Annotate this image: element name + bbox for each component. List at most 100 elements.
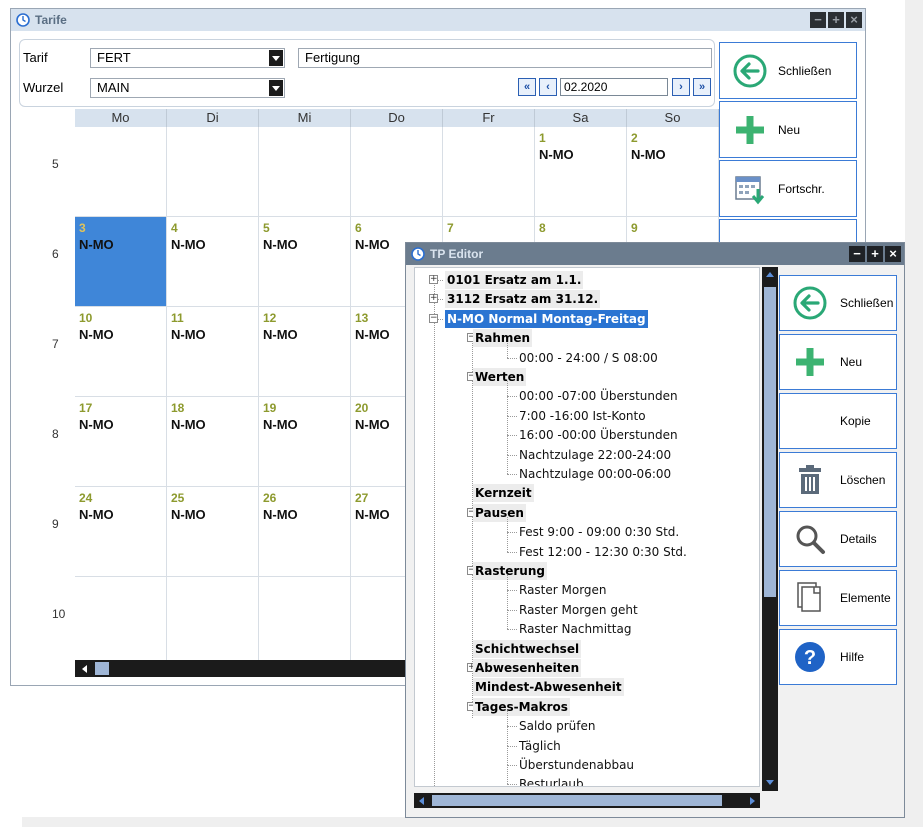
period-field[interactable]: 02.2020 — [560, 78, 668, 96]
tp-loeschen-label: Löschen — [840, 473, 886, 487]
tree-node[interactable]: Abwesenheiten — [473, 659, 582, 677]
calendar-day-cell[interactable]: 24 N-MO — [75, 487, 167, 577]
scrollbar-thumb[interactable] — [432, 795, 722, 806]
calendar-day-cell[interactable] — [443, 127, 535, 217]
tree-horizontal-scrollbar[interactable] — [414, 793, 760, 808]
calendar-day-cell[interactable]: 2 N-MO — [627, 127, 719, 217]
calendar-day-cell[interactable] — [259, 127, 351, 217]
calendar-day-cell[interactable]: 4 N-MO — [167, 217, 259, 307]
tp-editor-titlebar[interactable]: TP Editor − + × — [406, 243, 904, 265]
scroll-down-icon[interactable] — [766, 780, 774, 785]
minimize-button[interactable]: − — [810, 12, 826, 28]
tp-hilfe-button[interactable]: ? Hilfe — [779, 629, 897, 685]
tree-node[interactable]: 0101 Ersatz am 1.1. — [445, 271, 584, 289]
tree-node[interactable]: Werten — [473, 368, 527, 386]
calendar-day-cell[interactable]: 3 N-MO — [75, 217, 167, 307]
tree-node[interactable]: Fest 9:00 - 09:00 0:30 Std. — [519, 523, 679, 541]
tree-node[interactable]: Kernzeit — [473, 484, 534, 503]
first-period-button[interactable]: « — [518, 78, 536, 96]
calendar-day-cell[interactable]: 12 N-MO — [259, 307, 351, 397]
previous-period-button[interactable]: ‹ — [539, 78, 557, 96]
calendar-day-cell[interactable] — [259, 577, 351, 667]
calendar-day-cell[interactable] — [75, 127, 167, 217]
calendar-day-cell[interactable]: 1 N-MO — [535, 127, 627, 217]
tree-node[interactable]: 16:00 -00:00 Überstunden — [519, 426, 678, 444]
tp-elemente-button[interactable]: Elemente — [779, 570, 897, 626]
tree-node[interactable]: Täglich — [519, 737, 561, 755]
maximize-button[interactable]: + — [867, 246, 883, 262]
tree-node[interactable]: Saldo prüfen — [519, 717, 595, 735]
tree-node[interactable]: Nachtzulage 00:00-06:00 — [519, 465, 671, 483]
tp-details-button[interactable]: Details — [779, 511, 897, 567]
tree-node[interactable]: Schichtwechsel — [473, 639, 582, 658]
scroll-left-icon[interactable] — [82, 665, 87, 673]
tree-node[interactable]: Rahmen — [473, 329, 533, 348]
tree-node[interactable]: Raster Morgen — [519, 581, 607, 599]
tree-node[interactable]: Überstundenabbau — [519, 756, 634, 774]
tp-neu-button[interactable]: Neu — [779, 334, 897, 390]
tree-vertical-scrollbar[interactable] — [762, 267, 778, 791]
tree-node[interactable]: N-MO Normal Montag-Freitag — [445, 309, 648, 328]
tp-kopie-button[interactable]: Kopie — [779, 393, 897, 449]
tree-node[interactable]: Fest 12:00 - 12:30 0:30 Std. — [519, 543, 687, 561]
schliessen-button[interactable]: Schließen — [719, 42, 857, 99]
calendar-day-cell[interactable] — [167, 577, 259, 667]
expand-icon[interactable]: + — [429, 294, 438, 304]
chevron-down-icon[interactable] — [269, 80, 283, 96]
chevron-down-icon[interactable] — [269, 50, 283, 66]
day-plan-code: N-MO — [79, 507, 114, 522]
expand-icon[interactable]: + — [429, 275, 438, 284]
fortschr-button[interactable]: Fortschr. — [719, 160, 857, 217]
tree-node[interactable]: Nachtzulage 22:00-24:00 — [519, 446, 671, 464]
scrollbar-thumb[interactable] — [764, 287, 776, 597]
day-number: 9 — [631, 221, 638, 235]
calendar-day-cell[interactable]: 17 N-MO — [75, 397, 167, 487]
tarif-description-field[interactable]: Fertigung — [298, 48, 712, 68]
scroll-right-icon[interactable] — [750, 797, 755, 805]
close-button[interactable]: × — [846, 12, 862, 28]
collapse-icon[interactable]: − — [429, 313, 438, 323]
tree-node[interactable]: 00:00 - 24:00 / S 08:00 — [519, 349, 658, 367]
calendar-day-cell[interactable]: 11 N-MO — [167, 307, 259, 397]
tree-guide-line — [507, 455, 508, 474]
tree-node[interactable]: Pausen — [473, 503, 526, 522]
calendar-day-cell[interactable]: 19 N-MO — [259, 397, 351, 487]
tree-node[interactable]: Resturlaub — [519, 775, 584, 786]
tree-node[interactable]: 00:00 -07:00 Überstunden — [519, 387, 678, 405]
calendar-day-cell[interactable] — [167, 127, 259, 217]
tp-schliessen-button[interactable]: Schließen — [779, 275, 897, 331]
tarife-titlebar[interactable]: Tarife − + × — [11, 9, 865, 31]
calendar-day-cell[interactable] — [75, 577, 167, 667]
tree-node[interactable]: Rasterung — [473, 562, 547, 580]
last-period-button[interactable]: » — [693, 78, 711, 96]
tree-node[interactable]: 3112 Ersatz am 31.12. — [445, 290, 601, 309]
calendar-day-cell[interactable]: 5 N-MO — [259, 217, 351, 307]
calendar-day-cell[interactable]: 25 N-MO — [167, 487, 259, 577]
tree-node[interactable]: Mindest-Abwesenheit — [473, 678, 624, 697]
back-arrow-icon — [733, 54, 767, 87]
tp-loeschen-button[interactable]: Löschen — [779, 452, 897, 508]
tree-node[interactable]: Raster Nachmittag — [519, 620, 631, 638]
wurzel-select[interactable]: MAIN — [90, 78, 285, 98]
next-period-button[interactable]: › — [672, 78, 690, 96]
tree-node[interactable]: Tages-Makros — [473, 697, 570, 716]
time-plan-tree[interactable]: +0101 Ersatz am 1.1. +3112 Ersatz am 31.1… — [414, 267, 760, 787]
tree-node[interactable]: Raster Morgen geht — [519, 601, 638, 619]
calendar-horizontal-scrollbar[interactable] — [75, 660, 415, 677]
tree-guide-line — [507, 454, 517, 456]
neu-button[interactable]: Neu — [719, 101, 857, 158]
calendar-day-cell[interactable]: 18 N-MO — [167, 397, 259, 487]
minimize-button[interactable]: − — [849, 246, 865, 262]
calendar-day-cell[interactable] — [351, 127, 443, 217]
close-button[interactable]: × — [885, 246, 901, 262]
tarif-select[interactable]: FERT — [90, 48, 285, 68]
scrollbar-thumb[interactable] — [95, 662, 109, 675]
maximize-button[interactable]: + — [828, 12, 844, 28]
scroll-up-icon[interactable] — [766, 272, 774, 277]
tree-node[interactable]: 7:00 -16:00 Ist-Konto — [519, 407, 646, 425]
calendar-day-cell[interactable]: 26 N-MO — [259, 487, 351, 577]
tree-guide-line — [507, 726, 508, 746]
calendar-day-cell[interactable]: 10 N-MO — [75, 307, 167, 397]
day-plan-code: N-MO — [79, 327, 114, 342]
scroll-left-icon[interactable] — [419, 797, 424, 805]
